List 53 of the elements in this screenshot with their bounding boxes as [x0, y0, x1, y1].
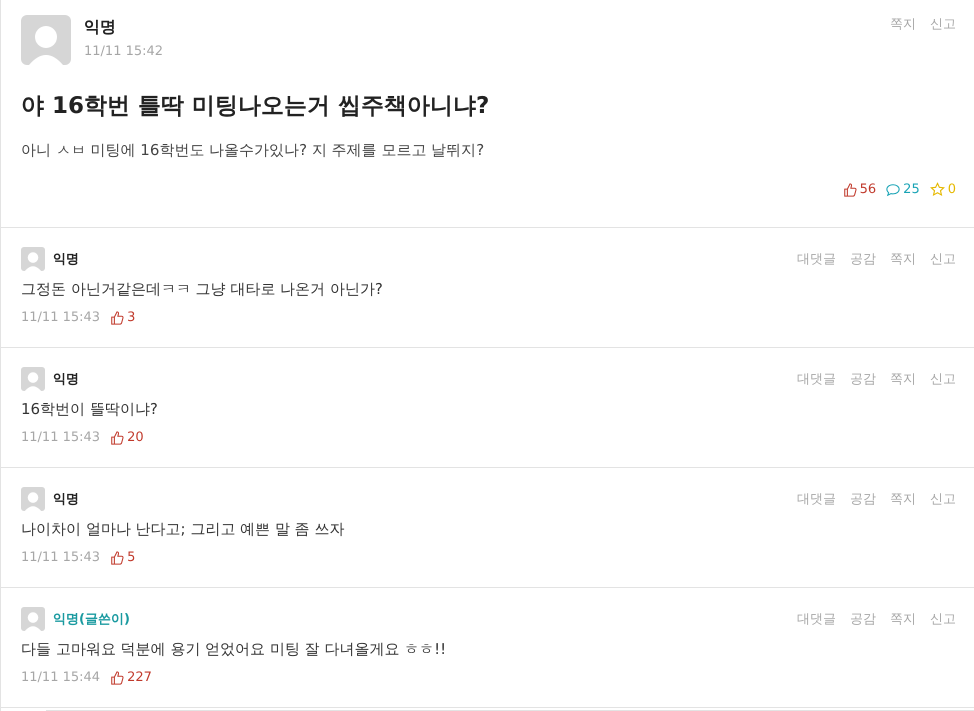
comment-author: 익명 [53, 371, 79, 388]
post-body: 아니 ㅅㅂ 미팅에 16학번도 나올수가있나? 지 주제를 모르고 날뛰지? [21, 141, 486, 160]
avatar-icon [21, 367, 45, 391]
avatar-icon [21, 487, 45, 511]
action-link[interactable]: 쪽지 [890, 250, 916, 268]
thumbs-up-icon [842, 182, 857, 196]
comment-text: 16학번이 뜰딱이냐? [21, 400, 159, 419]
action-link[interactable]: 공감 [850, 370, 876, 388]
action-link[interactable]: 대댓글 [797, 370, 836, 388]
thumbs-up-icon [110, 550, 124, 564]
speech-bubble-icon [886, 182, 900, 196]
thumbs-up-icon [110, 310, 124, 324]
comment-author: 익명(글쓴이) [53, 611, 130, 628]
like-count: 227 [127, 670, 152, 685]
comment-text: 다들 고마워요 덕분에 용기 얻었어요 미팅 잘 다녀올게요 ㅎㅎ!! [21, 640, 448, 659]
comment-author: 익명 [53, 251, 79, 268]
comment-time: 11/11 15:44 [21, 670, 100, 685]
comment-text: 그정돈 아닌거같은데ㅋㅋ 그냥 대타로 나온거 아닌가? [21, 280, 384, 299]
comment-time: 11/11 15:43 [21, 310, 100, 325]
action-link[interactable]: 공감 [850, 250, 876, 268]
star-icon [930, 182, 945, 197]
thumbs-up-icon [110, 430, 124, 444]
like-count: 5 [127, 550, 136, 565]
comment-time: 11/11 15:43 [21, 430, 100, 445]
comment-time: 11/11 15:43 [21, 550, 100, 565]
action-link[interactable]: 신고 [930, 15, 956, 33]
action-link[interactable]: 대댓글 [797, 250, 836, 268]
action-link[interactable]: 신고 [930, 490, 956, 508]
action-link[interactable]: 쪽지 [890, 15, 916, 33]
comment-text: 나이차이 얼마나 난다고; 그리고 예쁜 말 좀 쓰자 [21, 520, 346, 539]
action-link[interactable]: 신고 [930, 250, 956, 268]
action-link[interactable]: 신고 [930, 610, 956, 628]
author-name: 익명 [84, 17, 117, 38]
action-link[interactable]: 쪽지 [890, 370, 916, 388]
avatar-icon [21, 15, 71, 65]
comment-author: 익명 [53, 491, 79, 508]
action-link[interactable]: 대댓글 [797, 610, 836, 628]
action-link[interactable]: 신고 [930, 370, 956, 388]
action-link[interactable]: 공감 [850, 490, 876, 508]
thumbs-up-icon [110, 670, 124, 684]
like-count: 56 [860, 182, 876, 197]
avatar-icon [21, 607, 45, 631]
post-time: 11/11 15:42 [84, 44, 164, 59]
post-title: 야 16학번 틀딱 미팅나오는거 씹주책아니냐? [21, 92, 490, 121]
action-link[interactable]: 쪽지 [890, 610, 916, 628]
comment-count: 25 [903, 182, 920, 197]
scrap-count: 0 [948, 182, 956, 197]
action-link[interactable]: 공감 [850, 610, 876, 628]
action-link[interactable]: 쪽지 [890, 490, 916, 508]
action-link[interactable]: 대댓글 [797, 490, 836, 508]
like-count: 3 [127, 310, 136, 325]
like-count: 20 [127, 430, 144, 445]
avatar-icon [21, 247, 45, 271]
